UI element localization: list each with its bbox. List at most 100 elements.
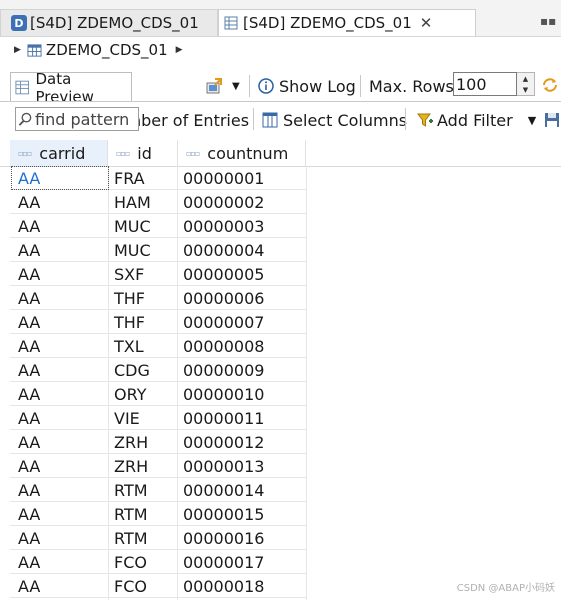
table-cell[interactable]: TXL	[114, 334, 144, 358]
close-icon[interactable]: ✕	[420, 14, 433, 32]
table-row[interactable]: AA CDG 00000009	[0, 358, 561, 382]
table-cell[interactable]: ZRH	[114, 430, 148, 454]
table-cell[interactable]: VIE	[114, 406, 140, 430]
select-columns-button[interactable]: Select Columns	[262, 106, 407, 134]
table-cell[interactable]: AA	[18, 190, 40, 214]
chevron-right-icon[interactable]: ▶	[14, 45, 21, 55]
column-type-icon: ▫▫▫	[186, 148, 200, 158]
find-pattern-input[interactable]: find pattern	[15, 107, 139, 131]
table-row[interactable]: AA RTM 00000015	[0, 502, 561, 526]
cell-focus-indicator	[11, 166, 109, 190]
tab-data-preview[interactable]: Data Preview	[10, 70, 132, 106]
breadcrumb-item[interactable]: ZDEMO_CDS_01	[46, 41, 168, 59]
show-log-button[interactable]: Show Log	[258, 74, 356, 98]
table-cell[interactable]: AA	[18, 550, 40, 574]
spin-up-icon[interactable]: ▲	[523, 75, 528, 83]
table-cell[interactable]: AA	[18, 286, 40, 310]
tab-label: [S4D] ZDEMO_CDS_01	[30, 14, 199, 32]
table-cell[interactable]: AA	[18, 406, 40, 430]
table-cell[interactable]: AA	[18, 358, 40, 382]
table-cell[interactable]: MUC	[114, 214, 151, 238]
table-cell[interactable]: 00000013	[183, 454, 264, 478]
data-preview-icon	[224, 16, 238, 30]
table-cell[interactable]: AA	[18, 502, 40, 526]
table-cell[interactable]: 00000004	[183, 238, 264, 262]
table-row[interactable]: AA MUC 00000004	[0, 238, 561, 262]
save-icon[interactable]	[544, 112, 560, 132]
table-cell[interactable]: FCO	[114, 574, 147, 598]
table-row[interactable]: AA THF 00000007	[0, 310, 561, 334]
table-cell[interactable]: 00000018	[183, 574, 264, 598]
table-cell[interactable]: RTM	[114, 478, 148, 502]
column-header-carrid[interactable]: ▫▫▫ carrid	[10, 140, 108, 166]
table-cell[interactable]: HAM	[114, 190, 151, 214]
table-cell[interactable]: 00000001	[183, 166, 264, 190]
table-cell[interactable]: AA	[18, 454, 40, 478]
table-row[interactable]: AA VIE 00000011	[0, 406, 561, 430]
table-cell[interactable]: MUC	[114, 238, 151, 262]
tab-editor-2[interactable]: [S4D] ZDEMO_CDS_01 ✕	[218, 9, 476, 36]
table-cell[interactable]: 00000006	[183, 286, 264, 310]
table-cell[interactable]: AA	[18, 430, 40, 454]
table-cell[interactable]: AA	[18, 214, 40, 238]
more-tabs-icon[interactable]: ▪▪	[540, 14, 556, 28]
table-row[interactable]: AA FCO 00000017	[0, 550, 561, 574]
table-cell[interactable]: 00000012	[183, 430, 264, 454]
table-cell[interactable]: 00000008	[183, 334, 264, 358]
column-type-icon: ▫▫▫	[116, 148, 130, 158]
chevron-right-icon[interactable]: ▶	[176, 45, 183, 55]
table-cell[interactable]: 00000002	[183, 190, 264, 214]
table-cell[interactable]: 00000017	[183, 550, 264, 574]
table-cell[interactable]: AA	[18, 382, 40, 406]
table-cell[interactable]: SXF	[114, 262, 144, 286]
table-cell[interactable]: 00000014	[183, 478, 264, 502]
table-row[interactable]: AA ZRH 00000012	[0, 430, 561, 454]
table-header: ▫▫▫ carrid ▫▫▫ id ▫▫▫ countnum	[0, 140, 561, 167]
table-row[interactable]: AA ZRH 00000013	[0, 454, 561, 478]
table-cell[interactable]: 00000010	[183, 382, 264, 406]
table-cell[interactable]: 00000003	[183, 214, 264, 238]
table-cell[interactable]: THF	[114, 310, 145, 334]
table-cell[interactable]: AA	[18, 238, 40, 262]
table-cell[interactable]: THF	[114, 286, 145, 310]
table-cell[interactable]: AA	[18, 574, 40, 598]
table-cell[interactable]: RTM	[114, 502, 148, 526]
table-cell[interactable]: 00000016	[183, 526, 264, 550]
table-body: AA FRA 00000001 AA HAM 00000002 AA MUC 00000003 A…	[0, 166, 561, 598]
export-menu-button[interactable]: ▼	[206, 74, 240, 98]
table-row[interactable]: AA THF 00000006	[0, 286, 561, 310]
select-columns-label: Select Columns	[283, 110, 408, 130]
table-row[interactable]: AA RTM 00000016	[0, 526, 561, 550]
table-cell[interactable]: 00000015	[183, 502, 264, 526]
column-header-countnum[interactable]: ▫▫▫ countnum	[178, 140, 306, 166]
add-filter-button[interactable]: Add Filter ▼	[417, 106, 536, 134]
max-rows-input[interactable]: 100	[453, 72, 517, 96]
table-cell[interactable]: AA	[18, 262, 40, 286]
table-cell[interactable]: ZRH	[114, 454, 148, 478]
table-cell[interactable]: AA	[18, 478, 40, 502]
table-row[interactable]: AA MUC 00000003	[0, 214, 561, 238]
table-cell[interactable]: 00000005	[183, 262, 264, 286]
table-cell[interactable]: FRA	[114, 166, 145, 190]
table-row[interactable]: AA SXF 00000005	[0, 262, 561, 286]
table-row[interactable]: AA HAM 00000002	[0, 190, 561, 214]
max-rows-spinner[interactable]: ▲ ▼	[517, 72, 535, 96]
table-row[interactable]: AA RTM 00000014	[0, 478, 561, 502]
table-cell[interactable]: 00000009	[183, 358, 264, 382]
table-cell[interactable]: RTM	[114, 526, 148, 550]
table-cell[interactable]: 00000011	[183, 406, 264, 430]
chevron-down-icon: ▼	[527, 113, 537, 127]
table-cell[interactable]: AA	[18, 334, 40, 358]
table-cell[interactable]: 00000007	[183, 310, 264, 334]
table-row[interactable]: AA ORY 00000010	[0, 382, 561, 406]
table-cell[interactable]: FCO	[114, 550, 147, 574]
table-cell[interactable]: AA	[18, 526, 40, 550]
spin-down-icon[interactable]: ▼	[523, 86, 528, 94]
table-cell[interactable]: CDG	[114, 358, 150, 382]
column-header-id[interactable]: ▫▫▫ id	[108, 140, 178, 166]
table-row[interactable]: AA TXL 00000008	[0, 334, 561, 358]
table-cell[interactable]: ORY	[114, 382, 146, 406]
tab-editor-1[interactable]: D [S4D] ZDEMO_CDS_01	[0, 9, 218, 36]
refresh-icon[interactable]	[541, 76, 559, 98]
table-cell[interactable]: AA	[18, 310, 40, 334]
